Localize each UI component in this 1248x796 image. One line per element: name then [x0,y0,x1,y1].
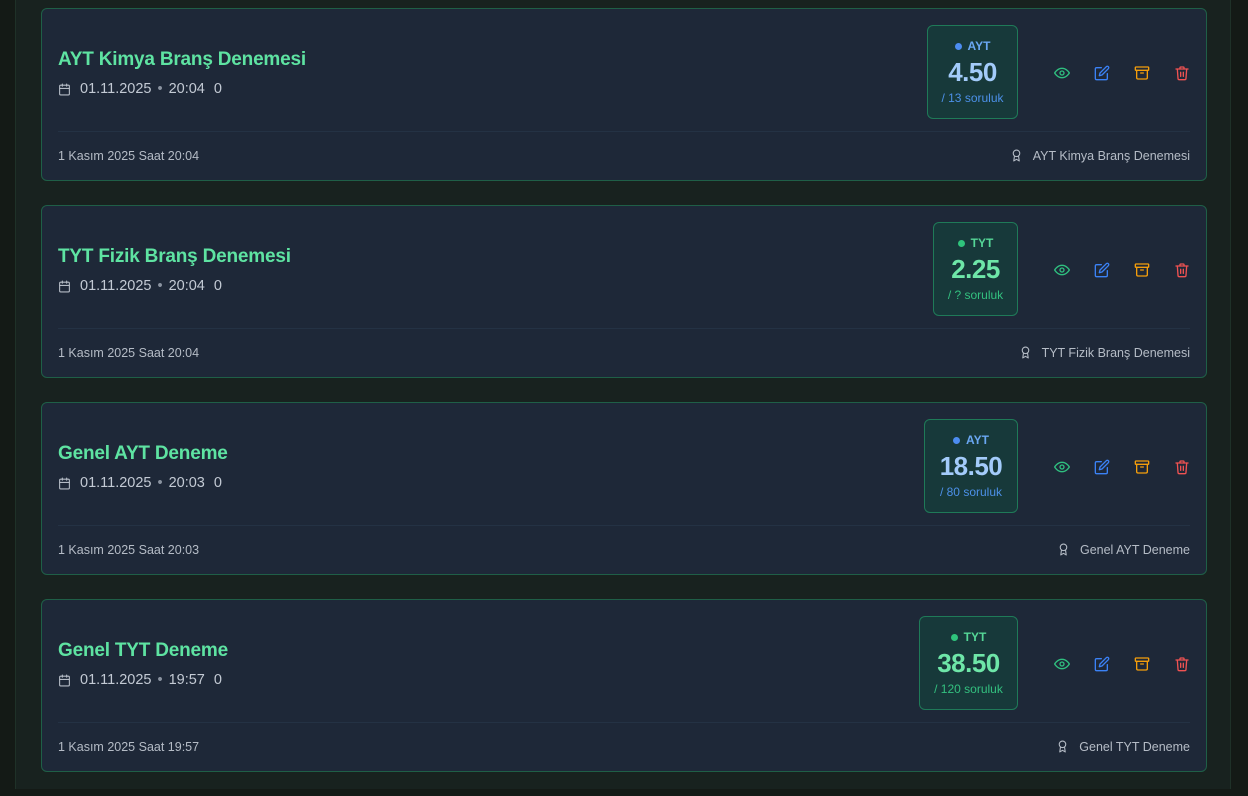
eye-icon[interactable] [1054,656,1070,672]
calendar-icon [59,477,70,489]
card-divider [58,722,1190,723]
exam-type-badge: AYT [953,433,989,447]
exam-meta: 01.11.2025 • 19:57 0 [58,672,222,688]
footer-source: TYT Fizik Branş Denemesi [1019,345,1190,360]
exam-meta: 01.11.2025 • 20:04 0 [58,81,222,97]
exam-type-label: AYT [966,433,989,447]
calendar-icon [59,83,70,95]
type-dot [957,239,965,247]
score-value: 38.50 [937,648,1000,678]
trash-icon[interactable] [1174,65,1190,81]
question-count: / 13 soruluk [941,91,1004,105]
trash-icon[interactable] [1174,262,1190,278]
score-box: AYT 4.50 / 13 soruluk [927,25,1018,119]
card-divider [58,131,1190,132]
calendar-icon [59,674,70,686]
question-count: / 80 soruluk [939,485,1003,499]
card-actions [1054,656,1190,672]
footer-source: Genel TYT Deneme [1056,739,1190,754]
eye-icon[interactable] [1054,262,1070,278]
exam-date: 01.11.2025 [80,81,152,97]
exam-type-badge: TYT [950,630,987,644]
exam-title: AYT Kimya Branş Denemesi [58,49,306,70]
award-ribbon-icon [1059,543,1068,556]
exam-meta: 01.11.2025 • 20:04 0 [58,278,222,294]
exam-type-label: TYT [970,236,994,250]
exam-date: 01.11.2025 [80,672,152,688]
exam-type-label: AYT [967,39,991,53]
exam-time: 19:57 [168,672,205,688]
card-actions [1054,65,1190,81]
exam-date: 01.11.2025 [80,278,152,294]
exam-meta: 01.11.2025 • 20:03 0 [58,475,222,491]
exam-title: TYT Fizik Branş Denemesi [58,246,291,267]
exam-count: 0 [213,278,222,294]
meta-separator: • [157,81,163,97]
exam-time: 20:03 [168,475,205,491]
meta-separator: • [157,475,163,491]
footer-name: Genel TYT Deneme [1079,739,1190,754]
eye-icon[interactable] [1054,459,1070,475]
pencil-square-icon[interactable] [1094,656,1110,672]
footer-date: 1 Kasım 2025 Saat 19:57 [58,740,200,754]
exam-type-badge: TYT [957,236,994,250]
archive-box-icon[interactable] [1134,262,1150,278]
score-value: 2.25 [951,254,1000,284]
exam-count: 0 [213,475,222,491]
exam-type-label: TYT [963,630,987,644]
question-count: / 120 soruluk [934,682,1003,696]
footer-date: 1 Kasım 2025 Saat 20:04 [58,149,200,163]
pencil-square-icon[interactable] [1094,262,1110,278]
meta-separator: • [157,672,163,688]
footer-date: 1 Kasım 2025 Saat 20:04 [58,346,200,360]
exam-card[interactable]: AYT Kimya Branş Denemesi 01.11.2025 • 20… [41,8,1207,181]
exam-card[interactable]: TYT Fizik Branş Denemesi 01.11.2025 • 20… [41,205,1207,378]
exam-card[interactable]: Genel AYT Deneme 01.11.2025 • 20:03 0 AY… [41,402,1207,575]
award-ribbon-icon [1012,149,1021,162]
trash-icon[interactable] [1174,656,1190,672]
exam-time: 20:04 [168,278,205,294]
archive-box-icon[interactable] [1134,65,1150,81]
type-dot [954,42,962,50]
archive-box-icon[interactable] [1134,656,1150,672]
trash-icon[interactable] [1174,459,1190,475]
footer-date: 1 Kasım 2025 Saat 20:03 [58,543,200,557]
score-box: TYT 38.50 / 120 soruluk [919,616,1018,710]
pencil-square-icon[interactable] [1094,65,1110,81]
award-ribbon-icon [1058,740,1067,753]
footer-source: AYT Kimya Branş Denemesi [1010,148,1190,163]
exam-type-badge: AYT [954,39,991,53]
score-value: 18.50 [939,451,1003,481]
exam-card[interactable]: Genel TYT Deneme 01.11.2025 • 19:57 0 TY… [41,599,1207,772]
footer-source: Genel AYT Deneme [1057,542,1190,557]
card-actions [1054,459,1190,475]
footer-name: TYT Fizik Branş Denemesi [1041,345,1190,360]
exam-title: Genel TYT Deneme [58,640,228,661]
card-actions [1054,262,1190,278]
exam-time: 20:04 [168,81,205,97]
score-box: TYT 2.25 / ? soruluk [933,222,1018,316]
footer-name: Genel AYT Deneme [1079,542,1190,557]
type-dot [953,436,961,444]
archive-box-icon[interactable] [1134,459,1150,475]
exam-count: 0 [213,672,222,688]
type-dot [950,633,958,641]
score-value: 4.50 [948,57,997,87]
calendar-icon [59,280,70,292]
pencil-square-icon[interactable] [1094,459,1110,475]
exam-list-panel: AYT Kimya Branş Denemesi 01.11.2025 • 20… [15,0,1231,789]
footer-name: AYT Kimya Branş Denemesi [1032,148,1190,163]
exam-date: 01.11.2025 [80,475,152,491]
exam-count: 0 [213,81,222,97]
eye-icon[interactable] [1054,65,1070,81]
question-count: / ? soruluk [947,288,1004,302]
score-box: AYT 18.50 / 80 soruluk [924,419,1018,513]
card-divider [58,328,1190,329]
exam-list: AYT Kimya Branş Denemesi 01.11.2025 • 20… [41,8,1207,796]
card-divider [58,525,1190,526]
award-ribbon-icon [1021,346,1029,359]
meta-separator: • [157,278,163,294]
exam-title: Genel AYT Deneme [58,443,228,464]
